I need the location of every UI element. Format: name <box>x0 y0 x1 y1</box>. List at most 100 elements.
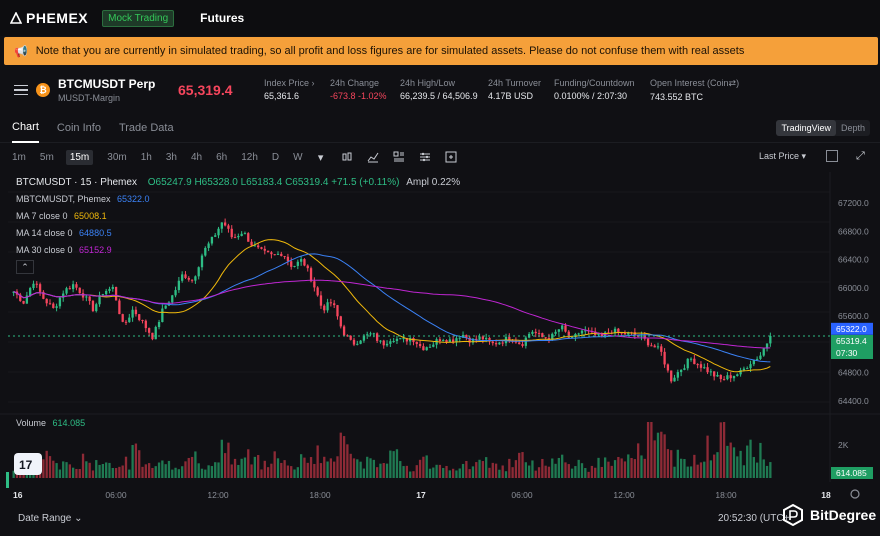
candle-body <box>71 284 75 290</box>
simulated-trading-banner: 📢 Note that you are currently in simulat… <box>4 37 878 65</box>
volume-bar <box>544 465 547 478</box>
top-nav: PHEMEX Mock Trading Futures <box>0 0 880 36</box>
fullscreen-icon[interactable]: ⤢ <box>856 150 868 162</box>
utc-clock[interactable]: 20:52:30 (UTC+ <box>718 513 789 524</box>
tab-coin-info[interactable]: Coin Info <box>57 113 101 143</box>
candle-body <box>319 295 323 306</box>
depth-toggle[interactable]: Depth <box>836 120 870 136</box>
candle-body <box>309 268 313 282</box>
chevron-down-icon[interactable]: ▾ <box>315 151 327 164</box>
volume-bar <box>494 463 498 478</box>
legend-symbol: BTCMUSDT · 15 · Phemex <box>16 177 137 188</box>
tab-chart[interactable]: Chart <box>12 113 39 143</box>
volume-bar <box>65 462 68 478</box>
volume-bar <box>273 451 276 478</box>
candle-body <box>187 277 190 280</box>
add-note-icon[interactable] <box>445 151 457 163</box>
candle-body <box>105 290 108 295</box>
volume-bar <box>594 467 597 478</box>
interval-15m[interactable]: 15m <box>65 149 94 165</box>
candle-body <box>157 322 161 328</box>
interval-6h[interactable]: 6h <box>216 152 227 163</box>
volume-bar <box>293 469 296 478</box>
candle-body <box>663 351 666 365</box>
candle-body <box>673 377 676 382</box>
volume-bar <box>769 462 772 478</box>
settings-sliders-icon[interactable] <box>419 151 431 163</box>
candle-body <box>706 367 709 373</box>
indicators-icon[interactable] <box>367 151 379 163</box>
candle-body <box>184 274 187 278</box>
volume-bar <box>42 459 45 478</box>
volume-bar <box>471 466 475 478</box>
mock-trading-badge[interactable]: Mock Trading <box>102 9 175 27</box>
interval-3h[interactable]: 3h <box>166 152 177 163</box>
collapse-legend-button[interactable]: ⌃ <box>16 260 34 274</box>
volume-bar <box>326 461 329 478</box>
volume-bar <box>703 461 706 478</box>
volume-bar <box>676 449 679 478</box>
candle-body <box>270 252 273 255</box>
tab-trade-data[interactable]: Trade Data <box>119 113 174 143</box>
volume-bar <box>749 439 752 478</box>
candle-body <box>138 314 141 320</box>
price-source-select[interactable]: Last Price ▾ <box>759 151 806 162</box>
ticker-stat-value: 0.0100% / 2:07:30 <box>554 91 628 101</box>
volume-bar <box>164 464 167 478</box>
candle-body <box>171 295 174 303</box>
candle-body <box>580 330 584 334</box>
ticker-stat-label: 24h High/Low <box>400 78 456 88</box>
screenshot-icon[interactable] <box>826 150 838 162</box>
volume-bar <box>385 463 389 478</box>
interval-5m[interactable]: 5m <box>40 152 54 163</box>
volume-bar <box>643 458 646 478</box>
candle-body <box>491 341 494 344</box>
volume-bar <box>587 471 590 478</box>
candle-body <box>418 343 422 347</box>
last-price: 65,319.4 <box>178 82 233 98</box>
volume-bar <box>686 466 689 478</box>
candle-body <box>161 308 164 323</box>
candle-body <box>299 259 303 262</box>
volume-bar <box>660 431 663 478</box>
date-range-select[interactable]: Date Range ⌄ <box>18 513 83 524</box>
volume-bar <box>428 468 432 478</box>
candle-type-icon[interactable] <box>341 151 353 163</box>
interval-4h[interactable]: 4h <box>191 152 202 163</box>
interval-12h[interactable]: 12h <box>241 152 258 163</box>
volume-bar <box>508 458 511 478</box>
tradingview-toggle[interactable]: TradingView <box>776 120 836 136</box>
candle-body <box>342 326 346 336</box>
volume-bar <box>366 456 369 478</box>
interval-1h[interactable]: 1h <box>141 152 152 163</box>
candle-body <box>541 333 544 338</box>
volume-bar <box>637 443 640 478</box>
symbol-selector[interactable]: BTCMUSDT Perp MUSDT-Margin <box>58 77 178 103</box>
volume-bar <box>422 456 425 478</box>
candle-body <box>746 368 749 370</box>
chart-area[interactable]: 67200.0 66800.0 66400.0 66000.0 65600.0 64800… <box>0 172 880 508</box>
volume-bar <box>475 462 478 478</box>
nav-futures-link[interactable]: Futures <box>200 11 244 25</box>
volume-bar <box>739 450 742 478</box>
interval-W[interactable]: W <box>293 152 302 163</box>
layout-icon[interactable] <box>393 151 405 163</box>
candle-body <box>501 342 504 344</box>
interval-30m[interactable]: 30m <box>107 152 126 163</box>
brand-logo[interactable]: PHEMEX <box>10 10 88 26</box>
volume-bar <box>561 454 564 478</box>
candle-body <box>640 335 643 337</box>
price-chart[interactable]: 67200.0 66800.0 66400.0 66000.0 65600.0 64800… <box>0 172 880 508</box>
interval-D[interactable]: D <box>272 152 279 163</box>
volume-bar <box>610 465 613 478</box>
menu-icon[interactable] <box>14 84 28 96</box>
candle-body <box>438 339 442 342</box>
axis-settings-icon[interactable] <box>850 489 860 499</box>
volume-bar <box>187 457 190 478</box>
volume-bar <box>448 470 451 478</box>
ticker-stat-value: 65,361.6 <box>264 91 300 101</box>
interval-1m[interactable]: 1m <box>12 152 26 163</box>
volume-bar <box>134 443 138 478</box>
candle-body <box>366 334 369 336</box>
time-tick-label: 18 <box>821 490 831 500</box>
